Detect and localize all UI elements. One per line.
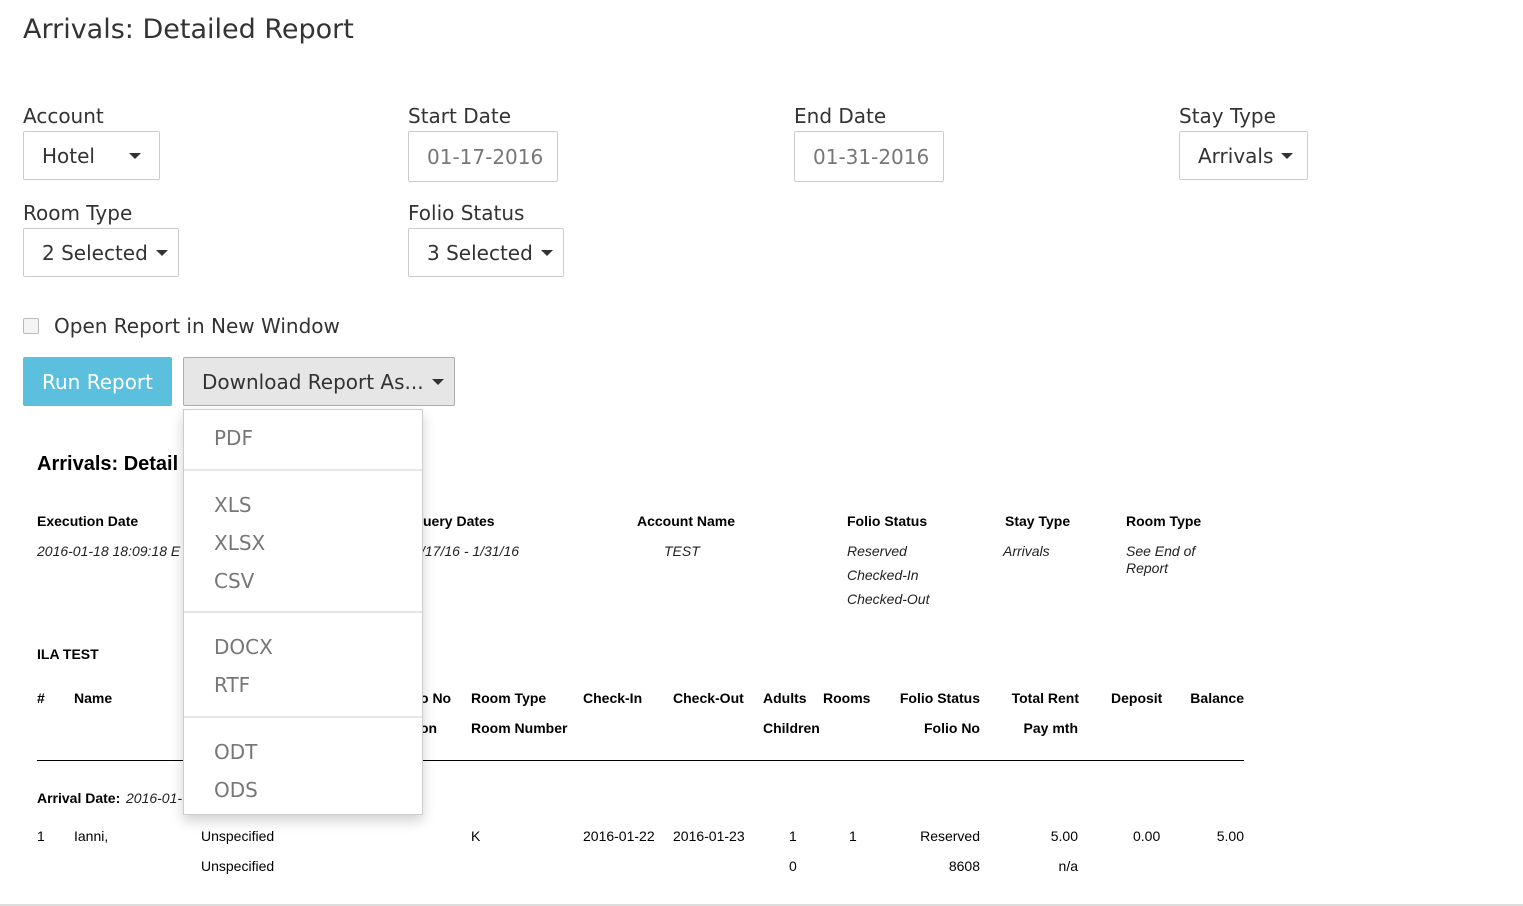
folio-status-label: Folio Status [408, 201, 525, 225]
end-date-input[interactable]: 01-31-2016 [794, 131, 944, 182]
row-deposit: 0.00 [1133, 828, 1161, 844]
page-title: Arrivals: Detailed Report [23, 14, 354, 45]
stay-type-value: Arrivals [1198, 143, 1274, 168]
execution-date-value: 2016-01-18 18:09:18 E [37, 543, 181, 559]
menu-item-odt[interactable]: ODT [214, 740, 257, 764]
stay-type-value: Arrivals [1003, 543, 1050, 559]
col-room-number: Room Number [471, 720, 568, 736]
caret-down-icon [1281, 152, 1294, 159]
row-room-type: K [471, 828, 481, 844]
row-pay-mth: n/a [1058, 858, 1078, 874]
download-report-button[interactable]: Download Report As... [183, 357, 455, 406]
col-check-in: Check-In [583, 690, 643, 706]
menu-item-docx[interactable]: DOCX [214, 635, 273, 659]
row-check-out: 2016-01-23 [673, 828, 745, 844]
menu-divider [184, 611, 422, 613]
row-adults: 1 [789, 828, 797, 844]
start-date-label: Start Date [408, 104, 512, 128]
folio-status-value: Reserved [847, 543, 907, 559]
folio-status-value: Checked-In [847, 567, 919, 583]
row-check-in: 2016-01-22 [583, 828, 655, 844]
col-folio-no: Folio No [924, 720, 980, 736]
col-num: # [37, 690, 45, 706]
row-num: 1 [37, 828, 45, 844]
row-balance: 5.00 [1216, 828, 1244, 844]
col-folio-status: Folio Status [899, 690, 980, 706]
account-name-header: Account Name [637, 513, 736, 529]
col-balance: Balance [1190, 690, 1244, 706]
download-format-menu: PDF XLS XLSX CSV DOCX RTF ODT ODS [183, 409, 423, 815]
execution-date-header: Execution Date [37, 513, 139, 529]
menu-item-ods[interactable]: ODS [214, 778, 258, 802]
col-check-out: Check-Out [673, 690, 744, 706]
stay-type-header: Stay Type [1005, 513, 1071, 529]
col-total-rent: Total Rent [1011, 690, 1079, 706]
col-adults: Adults [763, 690, 807, 706]
row-total-rent: 5.00 [1050, 828, 1078, 844]
start-date-input[interactable]: 01-17-2016 [408, 131, 558, 182]
col-rooms: Rooms [823, 690, 871, 706]
menu-item-csv[interactable]: CSV [214, 569, 254, 593]
account-label: Account [23, 104, 104, 128]
run-report-button[interactable]: Run Report [23, 357, 172, 406]
row-folio-status: Reserved [920, 828, 980, 844]
folio-status-select[interactable]: 3 Selected [408, 228, 564, 277]
stay-type-label: Stay Type [1179, 104, 1276, 128]
room-type-value: See End of Report [1126, 543, 1196, 576]
caret-down-icon [155, 249, 168, 256]
room-type-label: Room Type [23, 201, 133, 225]
col-name: Name [74, 690, 113, 706]
open-new-window-label[interactable]: Open Report in New Window [54, 314, 340, 338]
end-date-label: End Date [794, 104, 887, 128]
room-type-header: Room Type [1126, 513, 1202, 529]
account-select[interactable]: Hotel [23, 131, 160, 180]
folio-status-header: Folio Status [847, 513, 928, 529]
account-name-value: TEST [664, 543, 700, 559]
caret-down-icon [128, 152, 141, 159]
room-type-select[interactable]: 2 Selected [23, 228, 179, 277]
stay-type-select[interactable]: Arrivals [1179, 131, 1308, 180]
account-value: Hotel [42, 143, 95, 168]
folio-status-value: 3 Selected [427, 240, 533, 265]
col-folio-no-partial: o No [420, 690, 452, 706]
row-children: 0 [789, 858, 797, 874]
row-unspecified: Unspecified [201, 828, 275, 844]
row-unspecified: Unspecified [201, 858, 275, 874]
row-name: Ianni, [74, 828, 109, 844]
menu-item-xls[interactable]: XLS [214, 493, 252, 517]
download-label: Download Report As... [202, 369, 424, 394]
open-new-window-checkbox[interactable] [23, 318, 39, 334]
menu-divider [184, 716, 422, 718]
menu-item-pdf[interactable]: PDF [214, 426, 253, 450]
col-children: Children [763, 720, 820, 736]
caret-down-icon [431, 378, 444, 385]
caret-down-icon [540, 249, 553, 256]
col-pay-mth: Pay mth [1023, 720, 1078, 736]
query-dates-value: /17/16 - 1/31/16 [421, 543, 520, 559]
menu-item-xlsx[interactable]: XLSX [214, 531, 265, 555]
col-room-type: Room Type [471, 690, 547, 706]
folio-status-value: Checked-Out [847, 591, 930, 607]
menu-divider [184, 469, 422, 471]
row-rooms: 1 [849, 828, 857, 844]
group-name: ILA TEST [37, 646, 99, 662]
report-title: Arrivals: Detail [37, 453, 179, 475]
arrival-date-value: 2016-01- [126, 790, 183, 806]
menu-item-rtf[interactable]: RTF [214, 673, 250, 697]
col-deposit: Deposit [1111, 690, 1163, 706]
row-folio-no: 8608 [948, 858, 980, 874]
query-dates-header: uery Dates [423, 513, 495, 529]
room-type-value: 2 Selected [42, 240, 148, 265]
arrival-date-label: Arrival Date: [37, 790, 121, 806]
